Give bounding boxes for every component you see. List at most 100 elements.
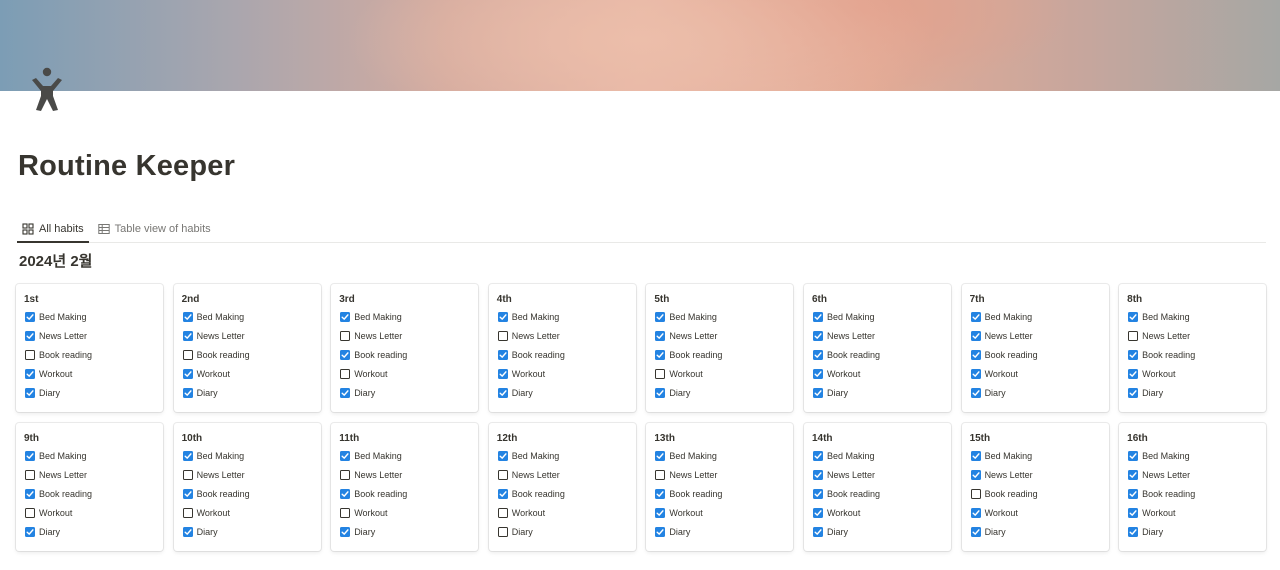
- checkbox-checked[interactable]: [497, 311, 508, 322]
- checkbox-unchecked[interactable]: [340, 330, 351, 341]
- person-arms-up-icon[interactable]: [28, 66, 66, 112]
- checkbox-checked[interactable]: [497, 368, 508, 379]
- checkbox-checked[interactable]: [182, 488, 193, 499]
- checkbox-checked[interactable]: [25, 488, 35, 499]
- checkbox-checked[interactable]: [812, 450, 823, 461]
- checkbox-checked[interactable]: [812, 469, 823, 480]
- checkbox-checked[interactable]: [25, 330, 35, 341]
- checkbox-checked[interactable]: [1128, 349, 1139, 360]
- checkbox-checked[interactable]: [655, 311, 666, 322]
- habit-card[interactable]: 11th Bed Making News Letter Book reading Wor…: [331, 423, 479, 551]
- checkbox-checked[interactable]: [25, 526, 35, 537]
- checkbox-checked[interactable]: [970, 526, 981, 537]
- checkbox-checked[interactable]: [970, 450, 981, 461]
- checkbox-unchecked[interactable]: [497, 330, 508, 341]
- checkbox-checked[interactable]: [812, 368, 823, 379]
- checkbox-unchecked[interactable]: [182, 469, 193, 480]
- checkbox-unchecked[interactable]: [970, 488, 981, 499]
- checkbox-unchecked[interactable]: [25, 507, 35, 518]
- checkbox-unchecked[interactable]: [340, 368, 351, 379]
- checkbox-checked[interactable]: [655, 349, 666, 360]
- checkbox-unchecked[interactable]: [25, 469, 35, 480]
- habit-card[interactable]: 15th Bed Making News Letter Book reading Wor…: [961, 423, 1109, 551]
- checkbox-checked[interactable]: [25, 368, 35, 379]
- habit-card[interactable]: 7th Bed Making News Letter Book reading Work…: [961, 284, 1109, 412]
- checkbox-checked[interactable]: [340, 387, 351, 398]
- checkbox-unchecked[interactable]: [497, 469, 508, 480]
- checkbox-checked[interactable]: [340, 349, 351, 360]
- checkbox-checked[interactable]: [497, 349, 508, 360]
- checkbox-checked[interactable]: [970, 311, 981, 322]
- checkbox-unchecked[interactable]: [340, 507, 351, 518]
- checkbox-checked[interactable]: [1128, 387, 1139, 398]
- checkbox-checked[interactable]: [812, 507, 823, 518]
- habit-card[interactable]: 8th Bed Making News Letter Book reading Work…: [1119, 284, 1267, 412]
- checkbox-checked[interactable]: [812, 526, 823, 537]
- checkbox-checked[interactable]: [970, 349, 981, 360]
- habit-card[interactable]: 1st Bed Making News Letter Book reading Work…: [16, 284, 163, 412]
- habit-card[interactable]: 2nd Bed Making News Letter Book reading Work…: [173, 284, 321, 412]
- checkbox-checked[interactable]: [182, 450, 193, 461]
- checkbox-checked[interactable]: [25, 311, 35, 322]
- checkbox-checked[interactable]: [182, 387, 193, 398]
- habit-card[interactable]: 14th Bed Making News Letter Book reading Wor…: [803, 423, 951, 551]
- checkbox-checked[interactable]: [25, 450, 35, 461]
- checkbox-checked[interactable]: [497, 488, 508, 499]
- checkbox-checked[interactable]: [812, 349, 823, 360]
- habit-card[interactable]: 9th Bed Making News Letter Book reading Work…: [16, 423, 163, 551]
- checkbox-checked[interactable]: [655, 450, 666, 461]
- checkbox-checked[interactable]: [182, 330, 193, 341]
- checkbox-checked[interactable]: [970, 387, 981, 398]
- checkbox-checked[interactable]: [25, 387, 35, 398]
- checkbox-unchecked[interactable]: [655, 368, 666, 379]
- checkbox-unchecked[interactable]: [25, 349, 35, 360]
- checkbox-unchecked[interactable]: [1128, 330, 1139, 341]
- checkbox-checked[interactable]: [970, 507, 981, 518]
- checkbox-checked[interactable]: [182, 526, 193, 537]
- checkbox-unchecked[interactable]: [497, 526, 508, 537]
- card-title: 5th: [654, 294, 670, 305]
- checkbox-checked[interactable]: [340, 488, 351, 499]
- checkbox-checked[interactable]: [340, 450, 351, 461]
- checkbox-checked[interactable]: [970, 469, 981, 480]
- checkbox-checked[interactable]: [497, 450, 508, 461]
- checkbox-checked[interactable]: [812, 387, 823, 398]
- checkbox-checked[interactable]: [812, 311, 823, 322]
- checkbox-checked[interactable]: [1128, 469, 1139, 480]
- tab-table-view[interactable]: Table view of habits: [93, 216, 216, 242]
- habit-card[interactable]: 3rd Bed Making News Letter Book reading Work…: [331, 284, 479, 412]
- habit-card[interactable]: 13th Bed Making News Letter Book reading Wor…: [646, 423, 794, 551]
- checkbox-checked[interactable]: [1128, 526, 1139, 537]
- checkbox-checked[interactable]: [812, 488, 823, 499]
- checkbox-checked[interactable]: [182, 368, 193, 379]
- checkbox-checked[interactable]: [655, 387, 666, 398]
- checkbox-checked[interactable]: [1128, 507, 1139, 518]
- checkbox-unchecked[interactable]: [497, 507, 508, 518]
- checkbox-checked[interactable]: [970, 330, 981, 341]
- checkbox-checked[interactable]: [812, 330, 823, 341]
- checkbox-unchecked[interactable]: [340, 469, 351, 480]
- checkbox-checked[interactable]: [655, 507, 666, 518]
- checkbox-checked[interactable]: [340, 311, 351, 322]
- checkbox-checked[interactable]: [1128, 488, 1139, 499]
- checkbox-checked[interactable]: [1128, 450, 1139, 461]
- habit-card[interactable]: 6th Bed Making News Letter Book reading Work…: [803, 284, 951, 412]
- checkbox-checked[interactable]: [655, 488, 666, 499]
- habit-card[interactable]: 12th Bed Making News Letter Book reading Wor…: [488, 423, 636, 551]
- habit-card[interactable]: 10th Bed Making News Letter Book reading Wor…: [173, 423, 321, 551]
- checkbox-unchecked[interactable]: [182, 507, 193, 518]
- habit-card[interactable]: 5th Bed Making News Letter Book reading Work…: [646, 284, 794, 412]
- checkbox-unchecked[interactable]: [655, 469, 666, 480]
- habit-card[interactable]: 4th Bed Making News Letter Book reading Work…: [488, 284, 636, 412]
- checkbox-unchecked[interactable]: [182, 349, 193, 360]
- habit-card[interactable]: 16th Bed Making News Letter Book reading Wor…: [1119, 423, 1267, 551]
- checkbox-checked[interactable]: [655, 330, 666, 341]
- checkbox-checked[interactable]: [182, 311, 193, 322]
- checkbox-checked[interactable]: [497, 387, 508, 398]
- checkbox-checked[interactable]: [970, 368, 981, 379]
- checkbox-checked[interactable]: [1128, 311, 1139, 322]
- tab-all-habits[interactable]: All habits: [17, 216, 89, 243]
- checkbox-checked[interactable]: [655, 526, 666, 537]
- checkbox-checked[interactable]: [340, 526, 351, 537]
- checkbox-checked[interactable]: [1128, 368, 1139, 379]
